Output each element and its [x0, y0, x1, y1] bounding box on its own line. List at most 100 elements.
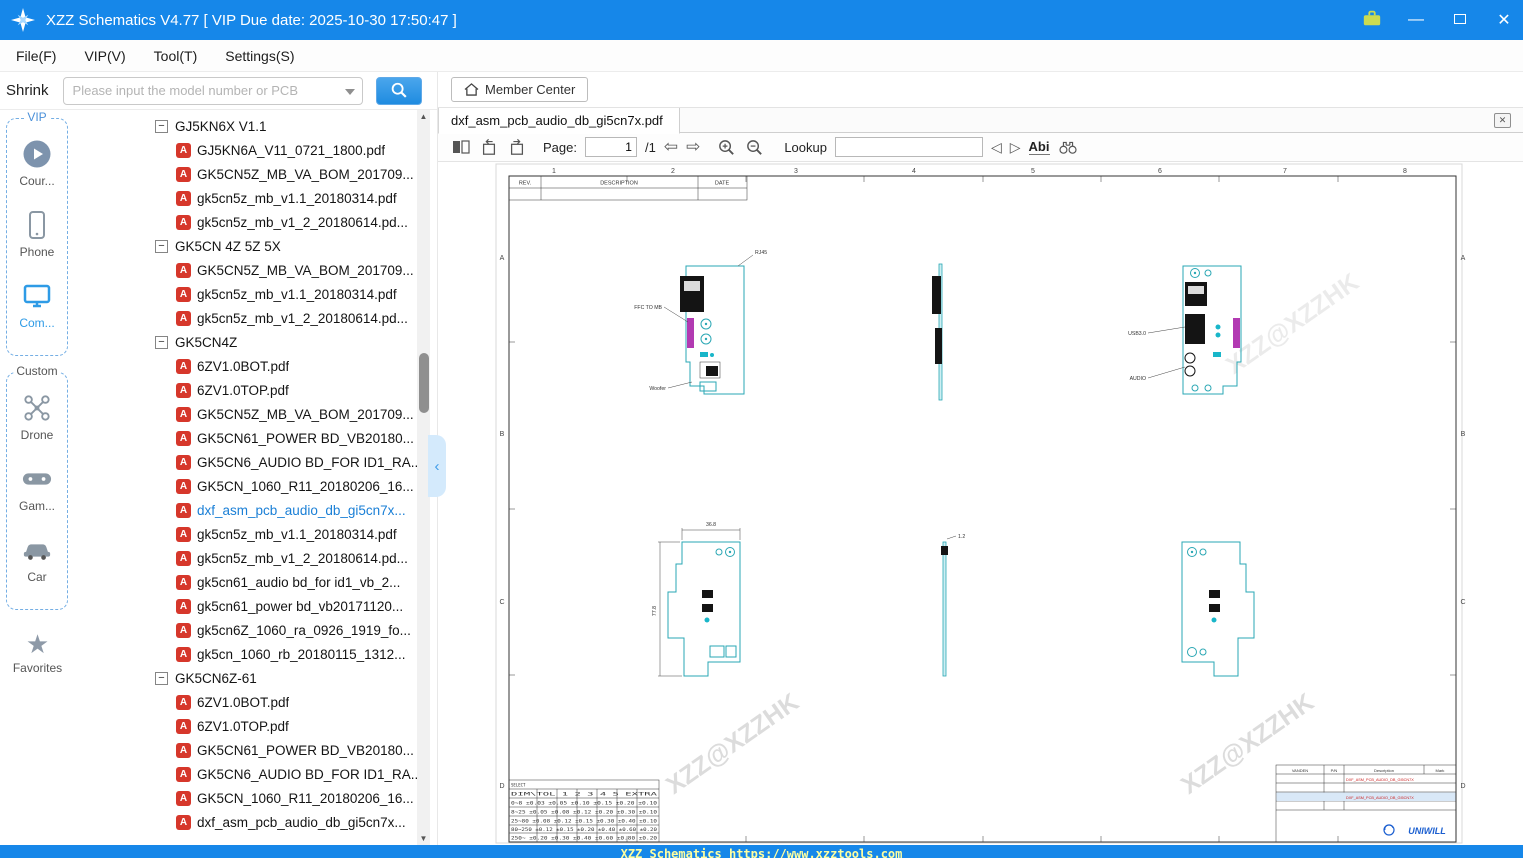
file-name: gk5cn_1060_rb_20180115_1312... [197, 646, 406, 662]
close-document-button[interactable]: ✕ [1494, 113, 1511, 128]
zoom-in-icon[interactable] [716, 137, 736, 157]
license-briefcase-icon[interactable] [1361, 8, 1383, 33]
two-page-view-icon[interactable] [451, 137, 471, 157]
zoom-out-icon[interactable] [744, 137, 764, 157]
sidebar-item-label: Car [27, 570, 47, 584]
tree-file[interactable]: gk5cn5z_mb_v1.1_20180314.pdf [75, 186, 417, 210]
custom-group-label: Custom [13, 364, 61, 378]
tree-file[interactable]: gk5cn5z_mb_v1_2_20180614.pd... [75, 306, 417, 330]
document-tab[interactable]: dxf_asm_pcb_audio_db_gi5cn7x.pdf [438, 108, 680, 134]
scroll-down-icon[interactable]: ▼ [417, 832, 430, 845]
model-search-input[interactable] [62, 76, 363, 105]
svg-text:8~25 ±0.05 ±0.08 ±0.12 ±0.20 ±: 8~25 ±0.05 ±0.08 ±0.12 ±0.20 ±0.30 ±0.10 [511, 810, 658, 815]
tree-file[interactable]: 6ZV1.0BOT.pdf [75, 354, 417, 378]
tree-file[interactable]: GJ5KN6A_V11_0721_1800.pdf [75, 138, 417, 162]
collapse-icon[interactable]: − [155, 239, 168, 253]
tree-file[interactable]: 6ZV1.0TOP.pdf [75, 378, 417, 402]
svg-text:D: D [499, 783, 504, 790]
pdf-file-icon [176, 718, 191, 734]
maximize-button[interactable] [1449, 11, 1471, 29]
match-case-button[interactable]: Abi [1028, 139, 1050, 155]
sidebar-item-car[interactable]: Car [7, 535, 67, 584]
tree-file[interactable]: GK5CN_1060_R11_20180206_16... [75, 786, 417, 810]
rotate-left-icon[interactable] [479, 137, 499, 157]
tree-file[interactable]: GK5CN6_AUDIO BD_FOR ID1_RA... [75, 762, 417, 786]
pdf-file-icon [176, 694, 191, 710]
next-page-button[interactable]: ⇨ [686, 137, 700, 157]
member-center-label: Member Center [485, 82, 576, 97]
tree-file[interactable]: gk5cn_1060_rb_20180115_1312... [75, 642, 417, 666]
rotate-right-icon[interactable] [507, 137, 527, 157]
lookup-input[interactable] [834, 137, 983, 157]
tree-file[interactable]: 6ZV1.0BOT.pdf [75, 690, 417, 714]
dropdown-caret-icon[interactable] [344, 88, 355, 95]
tree-file[interactable]: GK5CN5Z_MB_VA_BOM_201709... [75, 402, 417, 426]
search-button[interactable] [375, 76, 422, 105]
svg-text:VANDEN: VANDEN [1292, 768, 1308, 773]
file-name: gk5cn61_audio bd_for id1_vb_2... [197, 574, 401, 590]
collapse-icon[interactable]: − [155, 671, 168, 685]
svg-text:AUDIO: AUDIO [1130, 376, 1146, 382]
play-circle-icon [22, 139, 52, 169]
tree-file[interactable]: gk5cn6Z_1060_ra_0926_1919_fo... [75, 618, 417, 642]
member-center-button[interactable]: Member Center [451, 77, 589, 102]
tree-file[interactable]: gk5cn5z_mb_v1_2_20180614.pd... [75, 546, 417, 570]
tree-file[interactable]: GK5CN61_POWER BD_VB20180... [75, 426, 417, 450]
tree-group[interactable]: − GK5CN4Z [75, 330, 417, 354]
sidebar-item-phone[interactable]: Phone [7, 210, 67, 259]
menu-file[interactable]: File(F) [16, 48, 56, 64]
menu-vip[interactable]: VIP(V) [84, 48, 125, 64]
pdf-file-icon [176, 766, 191, 782]
tree-group[interactable]: − GJ5KN6X V1.1 [75, 114, 417, 138]
tree-file[interactable]: 6ZV1.0TOP.pdf [75, 714, 417, 738]
tree-file-selected[interactable]: dxf_asm_pcb_audio_db_gi5cn7x... [75, 498, 417, 522]
sidebar-item-game[interactable]: Gam... [7, 464, 67, 513]
pdf-file-icon [176, 262, 191, 278]
tree-file[interactable]: GK5CN_1060_R11_20180206_16... [75, 474, 417, 498]
pdf-file-icon [176, 742, 191, 758]
tree-file[interactable]: gk5cn5z_mb_v1_2_20180614.pd... [75, 210, 417, 234]
page-number-input[interactable] [584, 137, 637, 157]
minimize-button[interactable]: — [1405, 11, 1427, 29]
svg-text:7: 7 [1283, 168, 1287, 175]
close-button[interactable]: ✕ [1493, 10, 1515, 30]
pdf-file-icon [176, 142, 191, 158]
find-next-button[interactable]: ▷ [1010, 137, 1021, 157]
tree-file[interactable]: gk5cn5z_mb_v1.1_20180314.pdf [75, 282, 417, 306]
tree-file[interactable]: GK5CN5Z_MB_VA_BOM_201709... [75, 258, 417, 282]
sidebar-item-computer[interactable]: Com... [7, 281, 67, 330]
menu-settings[interactable]: Settings(S) [225, 48, 294, 64]
tree-file[interactable]: GK5CN5Z_MB_VA_BOM_201709... [75, 162, 417, 186]
collapse-icon[interactable]: − [155, 335, 168, 349]
scrollbar-thumb[interactable] [418, 353, 429, 413]
menu-tool[interactable]: Tool(T) [154, 48, 198, 64]
shrink-button[interactable]: Shrink [6, 82, 49, 99]
monitor-icon [22, 281, 52, 311]
tree-file[interactable]: gk5cn5z_mb_v1.1_20180314.pdf [75, 522, 417, 546]
prev-page-button[interactable]: ⇦ [664, 137, 678, 157]
pdf-file-icon [176, 526, 191, 542]
tree-file[interactable]: gk5cn61_power bd_vb20171120... [75, 594, 417, 618]
pdf-viewer[interactable]: XZZ@XZZHK XZZ@XZZHK XZZ@XZZHK 1 2 3 4 5 … [438, 162, 1523, 845]
binoculars-icon[interactable] [1058, 137, 1078, 157]
panel-collapse-handle[interactable]: ‹ [428, 435, 446, 497]
sidebar-item-course[interactable]: Cour... [7, 139, 67, 188]
tree-group[interactable]: − GK5CN 4Z 5Z 5X [75, 234, 417, 258]
collapse-icon[interactable]: − [155, 119, 168, 133]
svg-text:Mark: Mark [1436, 768, 1445, 773]
file-name: GK5CN_1060_R11_20180206_16... [197, 478, 414, 494]
tree-file[interactable]: gk5cn61_audio bd_for id1_vb_2... [75, 570, 417, 594]
file-name: GK5CN5Z_MB_VA_BOM_201709... [197, 406, 414, 422]
svg-text:5: 5 [1031, 168, 1035, 175]
tree-group[interactable]: − GK5CN6Z-61 [75, 666, 417, 690]
sidebar-item-favorites[interactable]: ★ Favorites [0, 630, 75, 675]
scroll-up-icon[interactable]: ▲ [417, 110, 430, 123]
tree-file[interactable]: dxf_asm_pcb_audio_db_gi5cn7x... [75, 810, 417, 834]
file-name: GK5CN5Z_MB_VA_BOM_201709... [197, 166, 414, 182]
file-name: dxf_asm_pcb_audio_db_gi5cn7x... [197, 814, 406, 830]
sidebar-item-drone[interactable]: Drone [7, 393, 67, 442]
find-prev-button[interactable]: ◁ [991, 137, 1002, 157]
window-title: XZZ Schematics V4.77 [ VIP Due date: 202… [46, 11, 457, 29]
tree-file[interactable]: GK5CN6_AUDIO BD_FOR ID1_RA... [75, 450, 417, 474]
tree-file[interactable]: GK5CN61_POWER BD_VB20180... [75, 738, 417, 762]
